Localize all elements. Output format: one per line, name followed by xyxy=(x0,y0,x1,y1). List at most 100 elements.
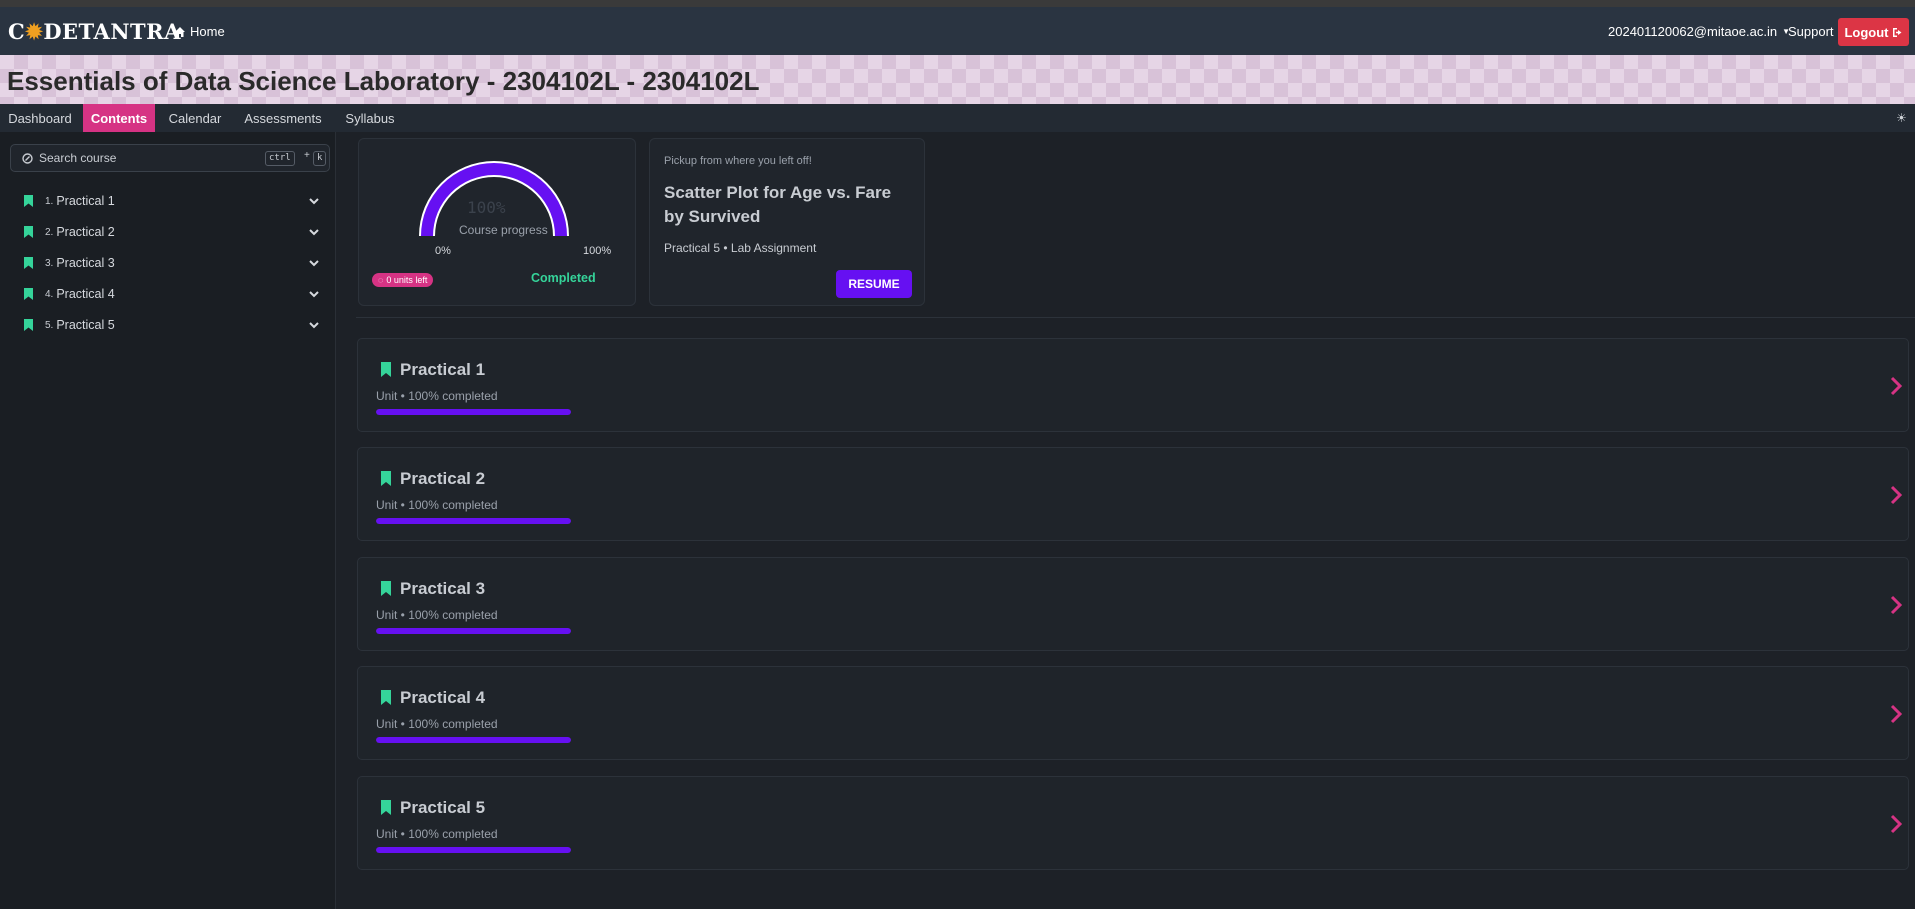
resume-item-title: Scatter Plot for Age vs. Fare by Survive… xyxy=(664,183,892,226)
units-left-badge: ◌ 0 units left xyxy=(372,273,434,287)
unit-progress-bar xyxy=(376,518,571,524)
unit-subtitle: Unit • 100% completed xyxy=(376,717,498,731)
tab-assessments[interactable]: Assessments xyxy=(236,104,330,132)
sidebar-item-label: Practical 4 xyxy=(56,287,115,301)
tab-contents[interactable]: Contents xyxy=(83,104,155,132)
unit-progress-bar xyxy=(376,847,571,853)
tab-dashboard[interactable]: Dashboard xyxy=(0,104,80,132)
search-course-input[interactable]: Search course ctrl + k xyxy=(10,144,330,172)
logout-label: Logout xyxy=(1844,24,1889,40)
bookmark-icon xyxy=(24,288,33,300)
bookmark-icon xyxy=(381,471,391,486)
unit-progress-fill xyxy=(376,737,571,743)
chevron-right-icon[interactable] xyxy=(1889,484,1903,506)
unit-progress-bar xyxy=(376,409,571,415)
course-sidebar: Search course ctrl + k 1. Practical 1 2.… xyxy=(0,132,336,909)
unit-card-practical-4[interactable]: Practical 4 Unit • 100% completed xyxy=(357,666,1909,760)
bookmark-icon xyxy=(381,800,391,815)
shortcut-key-k: k xyxy=(313,151,327,166)
bookmark-icon xyxy=(381,581,391,596)
sidebar-item-practical-3[interactable]: 3. Practical 3 xyxy=(24,250,324,276)
unit-title: Practical 5 xyxy=(400,798,486,817)
sidebar-item-number: 3. xyxy=(45,257,54,269)
sidebar-item-number: 1. xyxy=(45,195,54,207)
unit-subtitle: Unit • 100% completed xyxy=(376,389,498,403)
unit-subtitle: Unit • 100% completed xyxy=(376,608,498,622)
unit-subtitle: Unit • 100% completed xyxy=(376,498,498,512)
logout-button[interactable]: Logout xyxy=(1838,18,1909,46)
unit-progress-fill xyxy=(376,847,571,853)
unit-title: Practical 1 xyxy=(400,360,486,379)
unit-progress-bar xyxy=(376,737,571,743)
sidebar-item-label: Practical 2 xyxy=(56,225,115,239)
chevron-down-icon[interactable] xyxy=(308,257,320,269)
resume-button[interactable]: RESUME xyxy=(836,270,912,298)
home-label: Home xyxy=(190,24,225,39)
resume-item-subtitle: Practical 5 • Lab Assignment xyxy=(664,241,817,255)
shortcut-key-ctrl: ctrl xyxy=(265,151,295,166)
chevron-down-icon[interactable] xyxy=(308,319,320,331)
sidebar-item-practical-1[interactable]: 1. Practical 1 xyxy=(24,188,324,214)
stopwatch-icon: ◌ xyxy=(378,275,384,285)
course-progress-card: 100% Course progress 0% 100% ◌ 0 units l… xyxy=(358,138,636,306)
gear-logo-icon: ✹ xyxy=(25,19,44,44)
unit-progress-bar xyxy=(376,628,571,634)
course-banner: Essentials of Data Science Laboratory - … xyxy=(0,55,1915,104)
gauge-min-label: 0% xyxy=(435,245,451,257)
unit-card-practical-1[interactable]: Practical 1 Unit • 100% completed xyxy=(357,338,1909,432)
sidebar-item-number: 2. xyxy=(45,226,54,238)
unit-card-practical-3[interactable]: Practical 3 Unit • 100% completed xyxy=(357,557,1909,651)
codetantra-logo[interactable]: C✹DETANTRA xyxy=(8,19,181,44)
progress-label: Course progress xyxy=(459,223,548,237)
shortcut-plus: + xyxy=(304,150,310,161)
resume-card: Pickup from where you left off! Scatter … xyxy=(649,138,925,306)
unit-title: Practical 2 xyxy=(400,469,486,488)
pickup-text: Pickup from where you left off! xyxy=(664,155,812,167)
user-email: 202401120062@mitaoe.ac.in xyxy=(1608,24,1778,39)
home-link[interactable]: Home xyxy=(174,24,225,39)
chevron-right-icon[interactable] xyxy=(1889,594,1903,616)
sidebar-item-label: Practical 3 xyxy=(56,256,115,270)
sidebar-item-label: Practical 1 xyxy=(56,194,115,208)
unit-progress-fill xyxy=(376,628,571,634)
unit-progress-fill xyxy=(376,518,571,524)
units-left-text: 0 units left xyxy=(386,275,428,285)
main-content: 100% Course progress 0% 100% ◌ 0 units l… xyxy=(336,132,1915,909)
chevron-down-icon[interactable] xyxy=(308,195,320,207)
user-menu-dropdown[interactable]: 202401120062@mitaoe.ac.in ▼ xyxy=(1608,24,1790,39)
support-link[interactable]: Support xyxy=(1788,24,1834,39)
tab-calendar[interactable]: Calendar xyxy=(160,104,230,132)
course-title: Essentials of Data Science Laboratory - … xyxy=(7,66,760,96)
sign-out-icon xyxy=(1892,27,1902,37)
top-navbar: C✹DETANTRA Home 202401120062@mitaoe.ac.i… xyxy=(0,7,1915,55)
bookmark-icon xyxy=(24,195,33,207)
sidebar-item-practical-5[interactable]: 5. Practical 5 xyxy=(24,312,324,338)
theme-toggle-sun-icon[interactable]: ☀ xyxy=(1896,112,1908,124)
home-icon xyxy=(175,26,185,37)
completion-status: Completed xyxy=(531,271,596,285)
sidebar-item-practical-4[interactable]: 4. Practical 4 xyxy=(24,281,324,307)
unit-title: Practical 3 xyxy=(400,579,486,598)
unit-card-practical-2[interactable]: Practical 2 Unit • 100% completed xyxy=(357,447,1909,541)
chevron-down-icon[interactable] xyxy=(308,226,320,238)
tab-syllabus[interactable]: Syllabus xyxy=(337,104,403,132)
unit-title: Practical 4 xyxy=(400,688,486,707)
bookmark-icon xyxy=(24,226,33,238)
bookmark-icon xyxy=(381,690,391,705)
progress-percent: 100% xyxy=(467,198,506,217)
sidebar-item-number: 4. xyxy=(45,288,54,300)
search-icon xyxy=(22,153,33,164)
chevron-right-icon[interactable] xyxy=(1889,703,1903,725)
bookmark-icon xyxy=(381,362,391,377)
chevron-down-icon[interactable] xyxy=(308,288,320,300)
bookmark-icon xyxy=(24,257,33,269)
sidebar-item-practical-2[interactable]: 2. Practical 2 xyxy=(24,219,324,245)
gauge-max-label: 100% xyxy=(583,245,612,257)
unit-subtitle: Unit • 100% completed xyxy=(376,827,498,841)
section-divider xyxy=(356,317,1915,318)
unit-card-practical-5[interactable]: Practical 5 Unit • 100% completed xyxy=(357,776,1909,870)
unit-progress-fill xyxy=(376,409,571,415)
course-tabs: Dashboard Contents Calendar Assessments … xyxy=(0,104,1915,132)
chevron-right-icon[interactable] xyxy=(1889,813,1903,835)
chevron-right-icon[interactable] xyxy=(1889,375,1903,397)
